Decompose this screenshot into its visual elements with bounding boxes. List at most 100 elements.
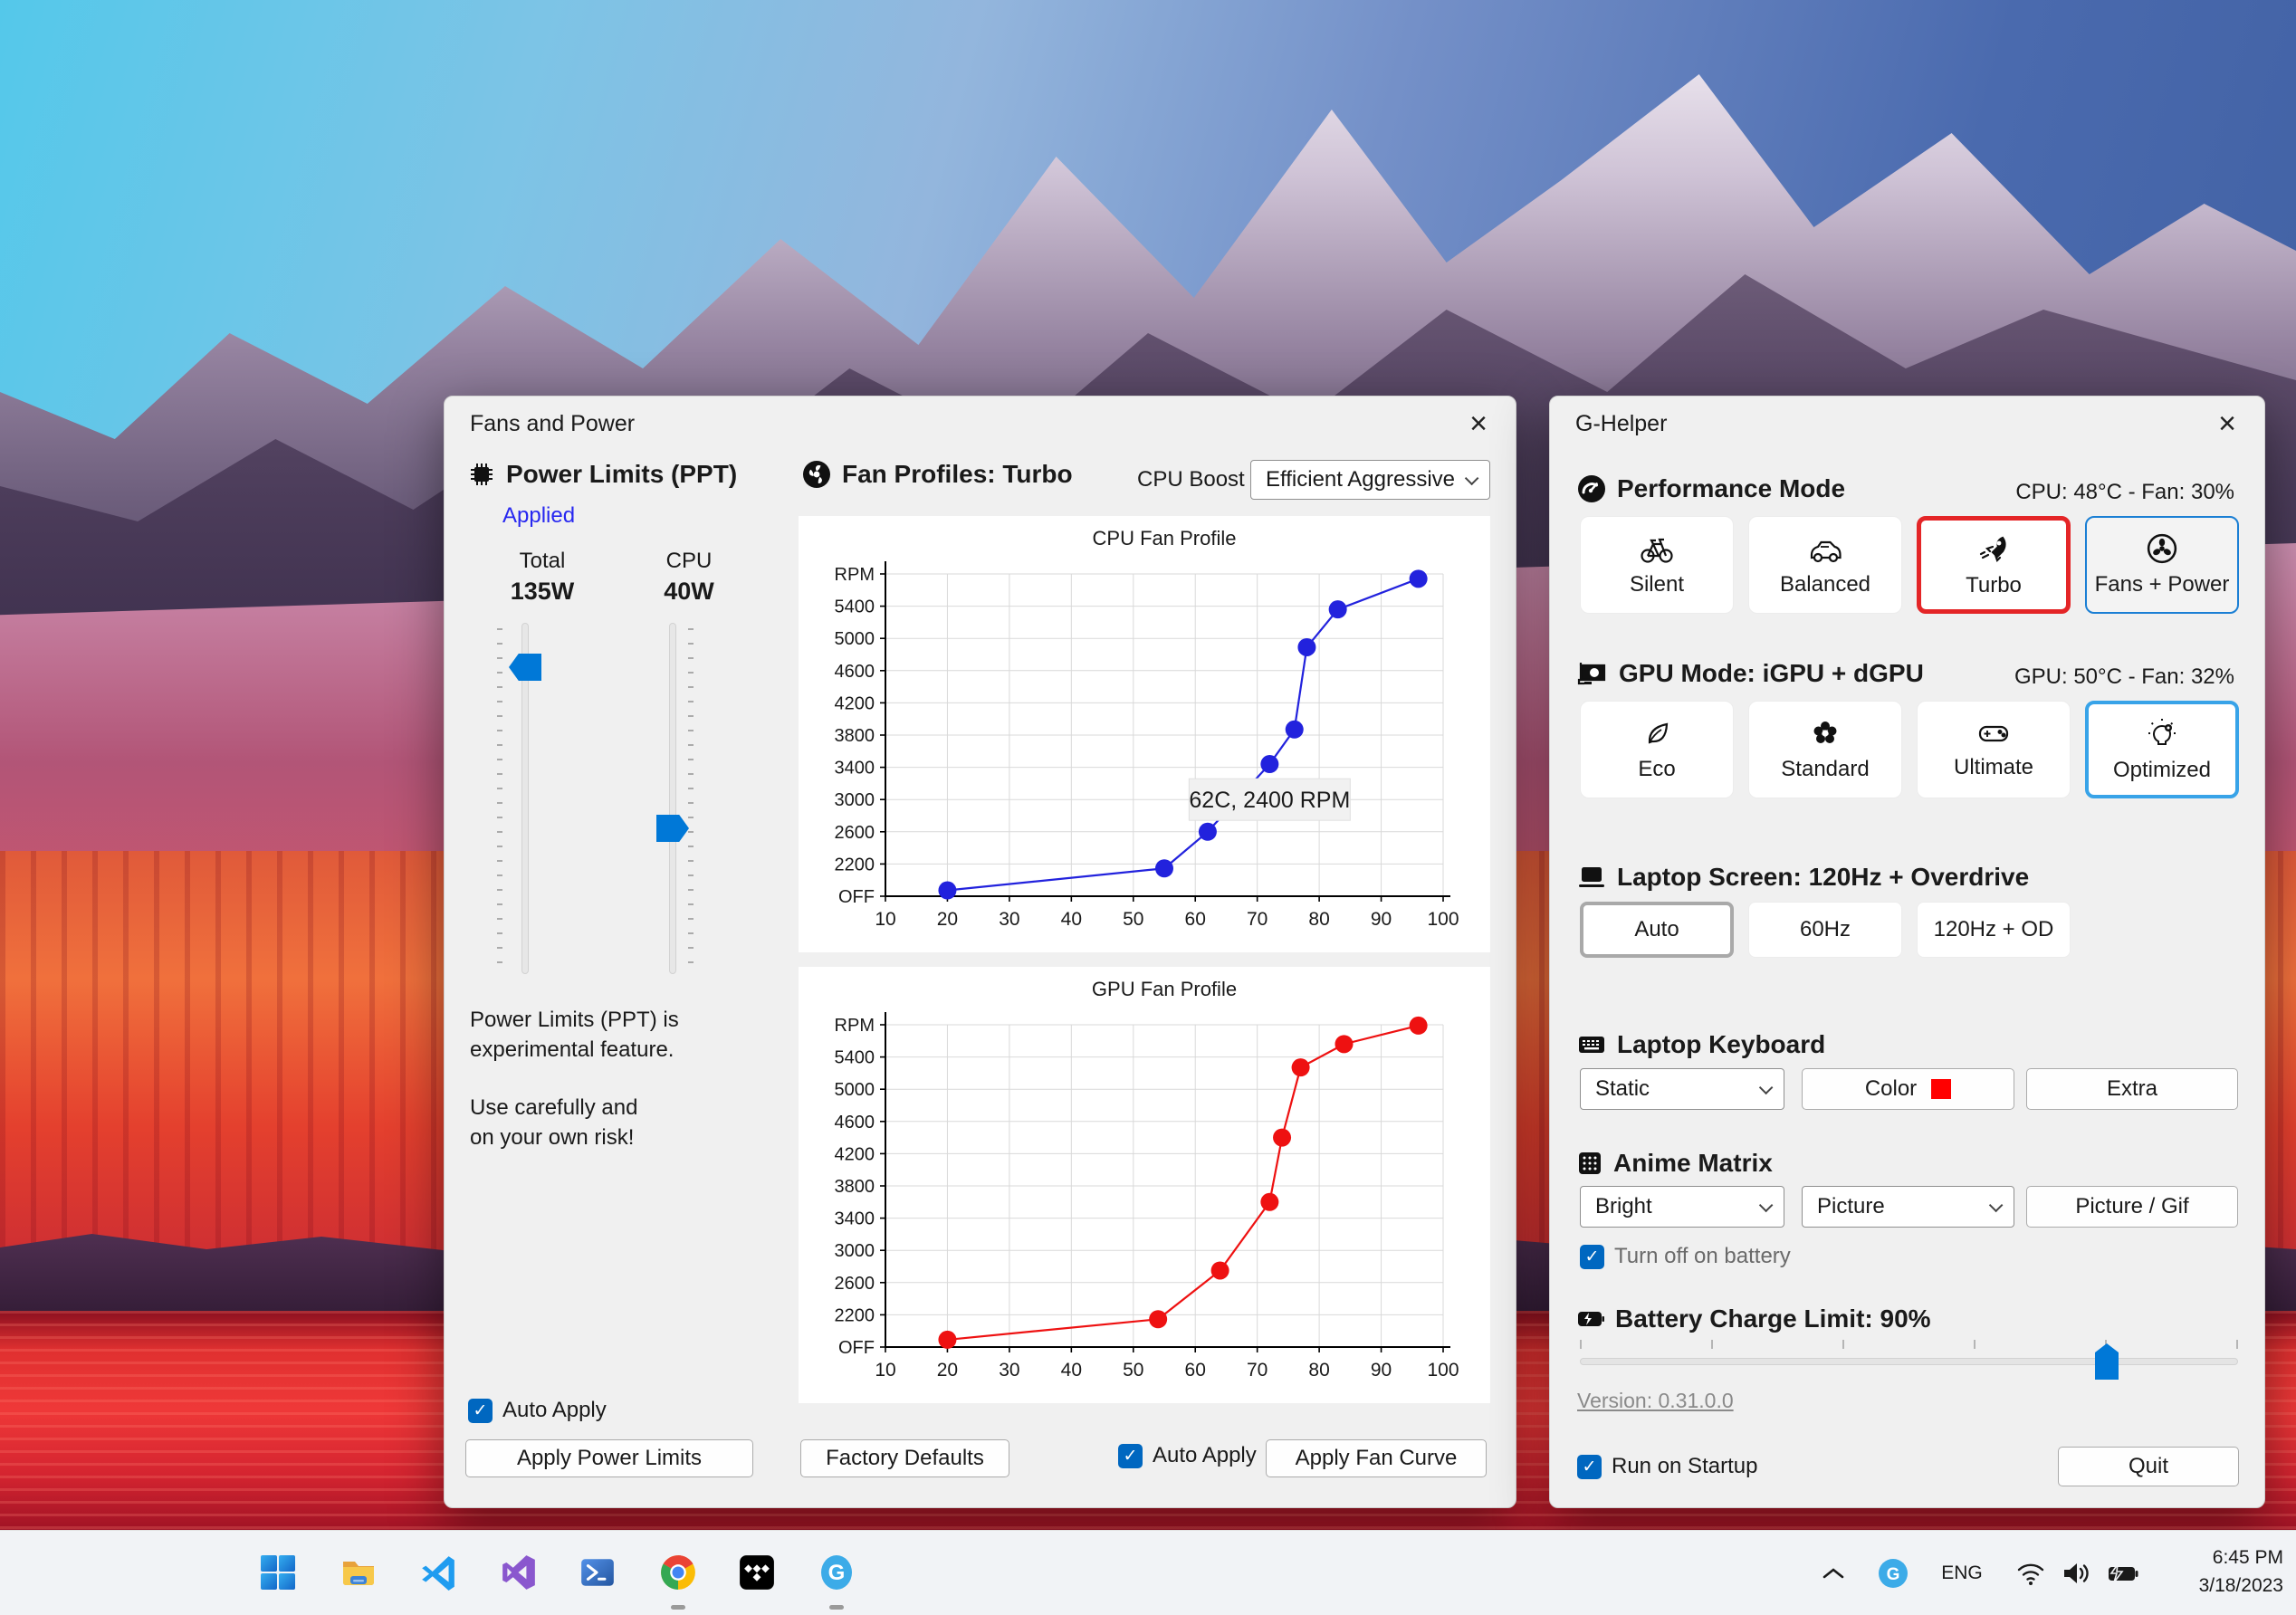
leaf-icon xyxy=(1648,722,1669,743)
svg-text:10: 10 xyxy=(875,909,895,930)
ghelper-window: G-Helper × Performance Mode CPU: 48°C - … xyxy=(1549,396,2265,1508)
cpu-fan-chart[interactable]: CPU Fan Profile OFF 2200 2600 3000 3400 3800 42… xyxy=(799,516,1490,952)
svg-text:5400: 5400 xyxy=(835,597,875,617)
svg-text:3400: 3400 xyxy=(835,1209,875,1229)
battery-tray-icon[interactable] xyxy=(2102,1556,2144,1591)
windows-logo-icon xyxy=(261,1555,295,1590)
turn-off-on-battery-label: Turn off on battery xyxy=(1614,1244,1791,1268)
tray-chevron-up[interactable] xyxy=(1815,1558,1851,1589)
vscode-button[interactable] xyxy=(412,1546,464,1599)
gpu-card-icon xyxy=(1577,663,1606,685)
file-explorer-button[interactable] xyxy=(332,1546,385,1599)
applied-status-link[interactable]: Applied xyxy=(502,503,575,529)
battery-slider-ticks xyxy=(1580,1340,2238,1349)
svg-text:50: 50 xyxy=(1123,1360,1143,1381)
svg-text:4200: 4200 xyxy=(835,693,875,713)
svg-text:10: 10 xyxy=(875,1360,895,1381)
matrix-brightness-dropdown[interactable]: Bright xyxy=(1580,1186,1784,1228)
tidal-button[interactable] xyxy=(731,1546,783,1599)
mode-balanced-button[interactable]: Balanced xyxy=(1748,516,1902,614)
battery-slider-handle[interactable] xyxy=(2095,1343,2119,1380)
chevron-down-icon xyxy=(1464,471,1479,485)
chevron-up-icon xyxy=(1822,1568,1844,1579)
svg-text:40: 40 xyxy=(1061,1360,1082,1381)
start-button[interactable] xyxy=(252,1546,304,1599)
gpu-temp-fan-status: GPU: 50°C - Fan: 32% xyxy=(2014,664,2234,689)
close-icon[interactable]: × xyxy=(2203,404,2252,444)
matrix-picture-gif-button[interactable]: Picture / Gif xyxy=(2026,1186,2238,1228)
total-slider-ticks xyxy=(497,628,502,969)
cpu-temp-fan-status: CPU: 48°C - Fan: 30% xyxy=(2015,480,2234,504)
svg-text:100: 100 xyxy=(1427,909,1459,930)
ghelper-icon: G xyxy=(821,1555,852,1590)
svg-text:2200: 2200 xyxy=(835,1305,875,1325)
screen-60hz-button[interactable]: 60Hz xyxy=(1748,902,1902,958)
volume-tray-icon[interactable] xyxy=(2057,1556,2095,1591)
cpu-fan-chart-panel: CPU Fan Profile OFF 2200 2600 3000 3400 3800 42… xyxy=(799,516,1490,952)
mode-fans-power-button[interactable]: Fans + Power xyxy=(2085,516,2239,614)
svg-text:5400: 5400 xyxy=(835,1048,875,1068)
fan-profiles-heading: Fan Profiles: Turbo xyxy=(802,460,1073,489)
auto-apply-power-checkbox[interactable]: ✓ xyxy=(468,1398,493,1423)
ghelper-taskbar-button[interactable]: G xyxy=(810,1546,863,1599)
svg-text:3800: 3800 xyxy=(835,726,875,746)
svg-text:70: 70 xyxy=(1247,909,1268,930)
screen-120hz-od-button[interactable]: 120Hz + OD xyxy=(1917,902,2071,958)
keyboard-extra-button[interactable]: Extra xyxy=(2026,1068,2238,1110)
powershell-button[interactable] xyxy=(571,1546,624,1599)
svg-text:90: 90 xyxy=(1371,909,1392,930)
anime-matrix-heading: Anime Matrix xyxy=(1577,1149,1773,1178)
version-link[interactable]: Version: 0.31.0.0 xyxy=(1577,1389,1734,1413)
cpu-label: CPU xyxy=(665,549,713,573)
wifi-tray-icon[interactable] xyxy=(2012,1556,2050,1591)
mode-silent-button[interactable]: Silent xyxy=(1580,516,1734,614)
svg-text:70: 70 xyxy=(1247,1360,1268,1381)
run-on-startup-checkbox[interactable]: ✓ xyxy=(1577,1454,1602,1479)
vscode-icon xyxy=(422,1556,454,1591)
svg-text:30: 30 xyxy=(999,1360,1019,1381)
language-indicator[interactable]: ENG xyxy=(1933,1558,1991,1589)
svg-text:CPU Fan Profile: CPU Fan Profile xyxy=(1093,527,1237,549)
svg-text:62C, 2400 RPM: 62C, 2400 RPM xyxy=(1189,788,1350,813)
quit-button[interactable]: Quit xyxy=(2058,1447,2239,1486)
visual-studio-button[interactable] xyxy=(493,1546,545,1599)
apply-fan-curve-button[interactable]: Apply Fan Curve xyxy=(1266,1439,1487,1477)
gpu-eco-button[interactable]: Eco xyxy=(1580,701,1734,798)
apply-power-limits-button[interactable]: Apply Power Limits xyxy=(465,1439,753,1477)
battery-slider-track[interactable] xyxy=(1580,1358,2238,1365)
svg-text:80: 80 xyxy=(1308,909,1329,930)
bicycle-icon xyxy=(1641,538,1673,563)
wifi-icon xyxy=(2017,1563,2044,1585)
matrix-running-dropdown[interactable]: Picture xyxy=(1802,1186,2014,1228)
screen-auto-button[interactable]: Auto xyxy=(1580,902,1734,958)
gpu-standard-button[interactable]: Standard xyxy=(1748,701,1902,798)
cpu-boost-dropdown[interactable]: Efficient Aggressive xyxy=(1250,460,1490,500)
gpu-ultimate-button[interactable]: Ultimate xyxy=(1917,701,2071,798)
cpu-slider-handle[interactable] xyxy=(656,815,689,842)
factory-defaults-button[interactable]: Factory Defaults xyxy=(800,1439,1009,1477)
svg-text:3000: 3000 xyxy=(835,1241,875,1261)
gpu-fan-chart[interactable]: GPU Fan Profile OFF 2200 2600 3000 3400 3800 42… xyxy=(799,967,1490,1403)
chrome-button[interactable] xyxy=(652,1546,704,1599)
total-slider-handle[interactable] xyxy=(509,654,541,681)
cpu-boost-label: CPU Boost xyxy=(1137,467,1245,492)
chevron-down-icon xyxy=(1758,1080,1774,1094)
svg-text:80: 80 xyxy=(1308,1360,1329,1381)
close-icon[interactable]: × xyxy=(1454,404,1503,444)
taskbar-clock[interactable]: 6:45 PM 3/18/2023 xyxy=(2199,1543,2283,1600)
auto-apply-fan-checkbox[interactable]: ✓ xyxy=(1118,1443,1143,1468)
mode-turbo-button[interactable]: Turbo xyxy=(1917,516,2071,614)
chip-icon xyxy=(471,463,493,485)
svg-text:4600: 4600 xyxy=(835,662,875,682)
turn-off-on-battery-checkbox[interactable]: ✓ xyxy=(1580,1244,1604,1269)
folder-icon xyxy=(343,1562,374,1585)
tray-ghelper-icon[interactable]: G xyxy=(1876,1556,1910,1591)
chrome-icon xyxy=(661,1555,695,1590)
total-label: Total xyxy=(519,549,566,573)
gpu-optimized-button[interactable]: Optimized xyxy=(2085,701,2239,798)
flower-icon xyxy=(1813,721,1837,743)
keyboard-mode-dropdown[interactable]: Static xyxy=(1580,1068,1784,1110)
keyboard-color-button[interactable]: Color xyxy=(1802,1068,2014,1110)
svg-text:5000: 5000 xyxy=(835,629,875,649)
cpu-slider-track[interactable] xyxy=(669,623,676,974)
